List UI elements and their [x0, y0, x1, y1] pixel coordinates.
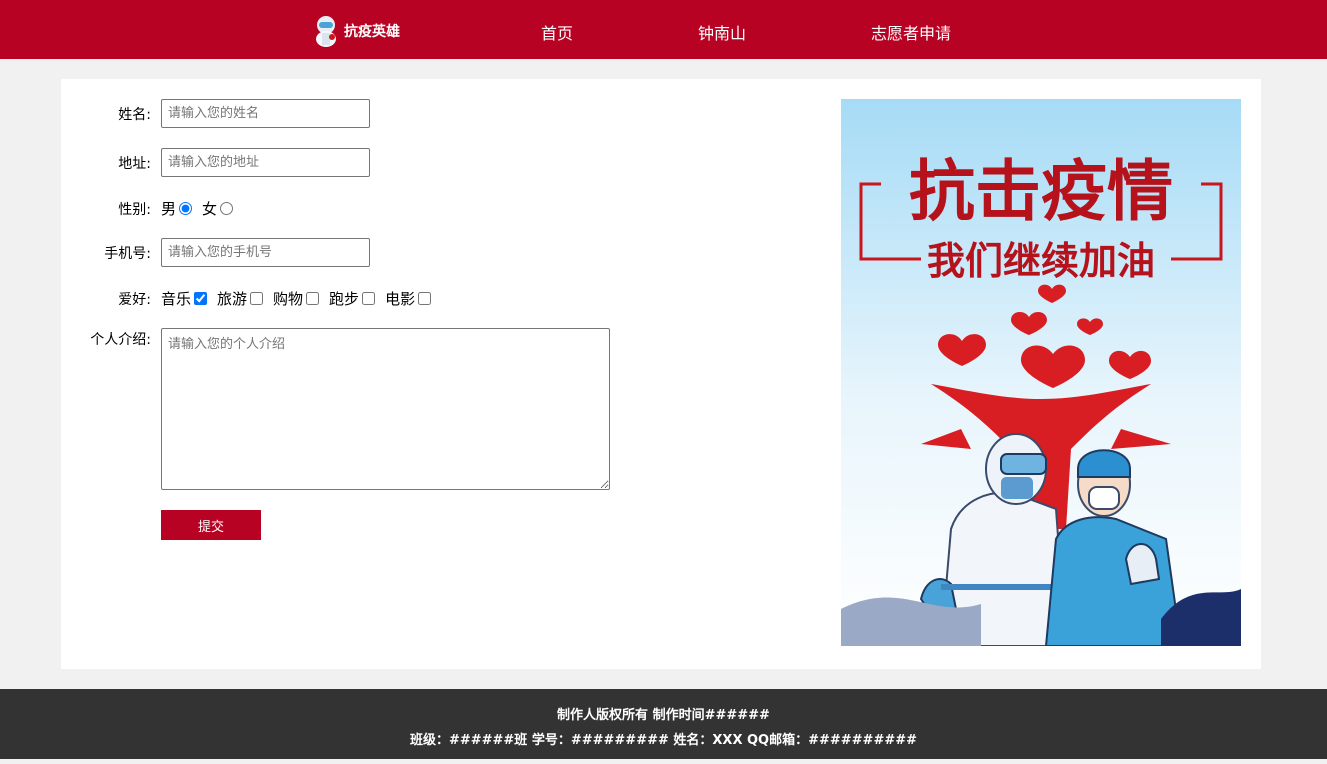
gender-male-label: 男: [161, 200, 177, 218]
anti-epidemic-poster: 抗击疫情 我们继续加油: [841, 99, 1241, 646]
logo[interactable]: 抗疫英雄: [312, 15, 400, 47]
brand-name: 抗疫英雄: [344, 24, 400, 40]
footer: 制作人版权所有 制作时间###### 班级：######班 学号：#######…: [0, 689, 1327, 759]
nav-home[interactable]: 首页: [541, 20, 573, 44]
hobby-option-travel[interactable]: 旅游: [217, 288, 264, 309]
hobby-option-shopping[interactable]: 购物: [273, 288, 320, 309]
footer-copyright: 制作人版权所有 制作时间######: [557, 708, 770, 723]
gender-option-female[interactable]: 女: [202, 198, 234, 219]
address-label: 地址:: [118, 155, 151, 172]
hobby-running-label: 跑步: [329, 290, 360, 308]
medical-worker-icon: [316, 16, 336, 47]
hobby-running-checkbox[interactable]: [362, 292, 376, 305]
address-input[interactable]: [161, 148, 370, 177]
hobby-option-music[interactable]: 音乐: [161, 288, 208, 309]
gender-male-radio[interactable]: [179, 202, 193, 215]
name-input[interactable]: [161, 99, 370, 128]
hobby-option-movies[interactable]: 电影: [385, 288, 432, 309]
footer-author-info: 班级：######班 学号：######### 姓名：XXX QQ邮箱：####…: [409, 733, 918, 748]
submit-button[interactable]: 提交: [161, 510, 261, 540]
hobby-music-label: 音乐: [161, 290, 192, 308]
hobby-music-checkbox[interactable]: [194, 292, 208, 305]
gender-female-radio[interactable]: [220, 202, 234, 215]
hobby-movies-checkbox[interactable]: [418, 292, 432, 305]
intro-label: 个人介绍:: [90, 332, 151, 348]
nav-zhong-nanshan[interactable]: 钟南山: [698, 20, 746, 44]
gender-label: 性别:: [118, 201, 151, 218]
name-label: 姓名:: [118, 106, 151, 123]
hobby-travel-label: 旅游: [217, 290, 248, 308]
phone-label: 手机号:: [104, 245, 151, 262]
main-panel: 姓名: 地址: 性别: 男 女 手机号: 爱好: 音乐: [61, 79, 1261, 669]
poster-subtitle: 我们继续加油: [927, 239, 1155, 283]
hobby-movies-label: 电影: [385, 290, 416, 308]
phone-input[interactable]: [161, 238, 370, 267]
hobby-option-running[interactable]: 跑步: [329, 288, 376, 309]
nav-volunteer-apply[interactable]: 志愿者申请: [871, 20, 951, 44]
top-nav-bar: 抗疫英雄 首页 钟南山 志愿者申请: [0, 0, 1327, 59]
hobby-travel-checkbox[interactable]: [250, 292, 264, 305]
gender-option-male[interactable]: 男: [161, 198, 193, 219]
poster-title: 抗击疫情: [909, 152, 1173, 230]
hobby-shopping-label: 购物: [273, 290, 304, 308]
hobby-shopping-checkbox[interactable]: [306, 292, 320, 305]
intro-textarea[interactable]: [161, 328, 610, 490]
gender-female-label: 女: [202, 200, 218, 218]
hobbies-label: 爱好:: [118, 291, 151, 308]
